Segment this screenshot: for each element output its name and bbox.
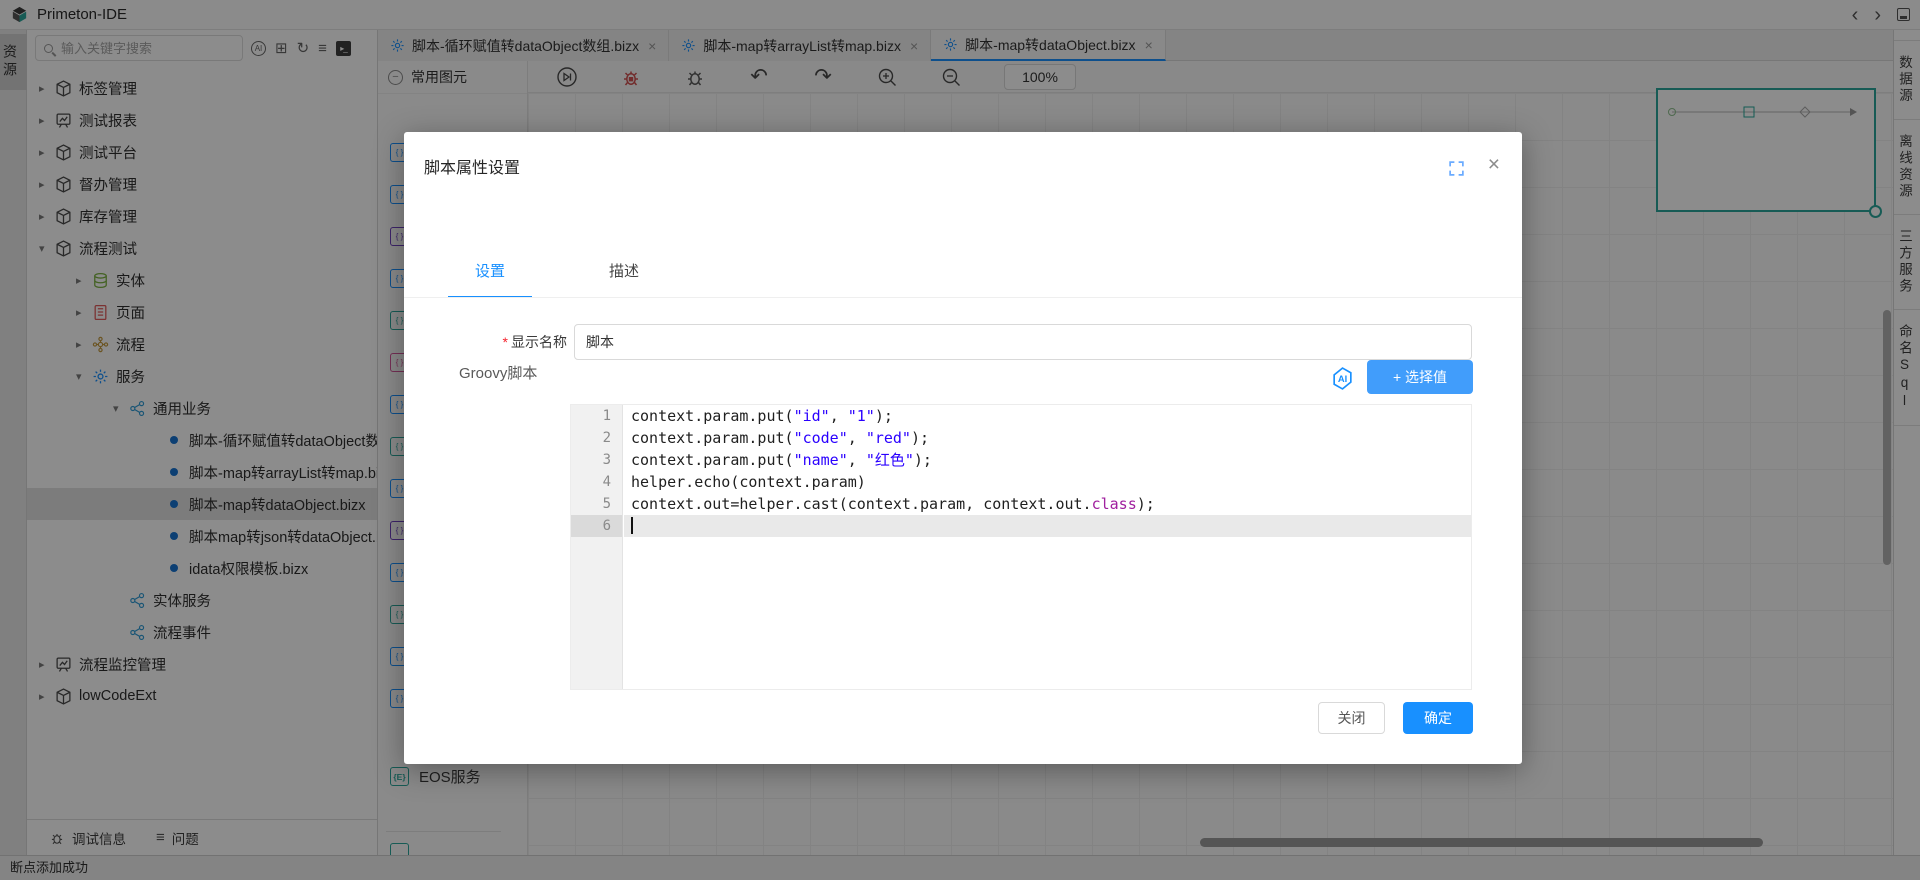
code-token: "name": [794, 451, 848, 469]
text-cursor: [631, 517, 633, 534]
line-number: 3: [571, 449, 622, 471]
code-token: "红色": [866, 451, 914, 469]
required-mark: *: [503, 334, 508, 350]
line-number: 1: [571, 405, 622, 427]
code-token: context.out=helper.cast(context.param, c…: [631, 495, 1092, 513]
select-value-button[interactable]: + 选择值: [1367, 360, 1473, 394]
display-name-label: *显示名称: [404, 324, 567, 360]
tab-settings[interactable]: 设置: [448, 250, 532, 298]
code-token: ,: [848, 429, 866, 447]
code-token: "1": [848, 407, 875, 425]
editor-gutter: 123456: [571, 405, 623, 689]
code-token: ,: [830, 407, 848, 425]
code-line[interactable]: context.param.put("code", "red");: [624, 427, 1471, 449]
code-token: context.param.put(: [631, 407, 794, 425]
code-token: );: [1137, 495, 1155, 513]
ai-assistant-icon[interactable]: AI: [1330, 366, 1355, 391]
code-token: );: [875, 407, 893, 425]
code-token: class: [1092, 495, 1137, 513]
svg-text:AI: AI: [1338, 374, 1347, 384]
line-number: 4: [571, 471, 622, 493]
code-token: );: [911, 429, 929, 447]
code-token: "code": [794, 429, 848, 447]
code-token: );: [914, 451, 932, 469]
code-token: context.param.put(: [631, 451, 794, 469]
maximize-icon[interactable]: [1448, 160, 1465, 177]
code-token: context.param.put(: [631, 429, 794, 447]
line-number: 2: [571, 427, 622, 449]
code-line[interactable]: context.out=helper.cast(context.param, c…: [624, 493, 1471, 515]
close-icon[interactable]: ×: [1488, 154, 1500, 175]
groovy-code-editor[interactable]: 123456 context.param.put("id", "1");cont…: [570, 404, 1472, 690]
line-number: 5: [571, 493, 622, 515]
dialog-title: 脚本属性设置: [424, 154, 520, 178]
code-token: helper.echo(context.param): [631, 473, 866, 491]
display-name-input[interactable]: [574, 324, 1472, 360]
dialog-tabs: 设置 描述: [448, 250, 666, 298]
tabs-divider: [404, 297, 1522, 298]
code-token: ,: [848, 451, 866, 469]
code-line[interactable]: context.param.put("name", "红色");: [624, 449, 1471, 471]
close-button[interactable]: 关闭: [1318, 702, 1385, 734]
tab-description[interactable]: 描述: [582, 250, 666, 298]
code-token: "red": [866, 429, 911, 447]
code-line[interactable]: context.param.put("id", "1");: [624, 405, 1471, 427]
primeton-ide-window: Primeton-IDE ‹ › 资源 ⊞ ↻ ≡ ▸标签管理▸测试报表▸测试平…: [0, 0, 1920, 880]
ok-button[interactable]: 确定: [1403, 702, 1473, 734]
code-token: "id": [794, 407, 830, 425]
line-number: 6: [571, 515, 622, 537]
script-properties-dialog: 脚本属性设置 × 设置 描述 *显示名称 Groovy脚本 AI + 选择值 1…: [404, 132, 1522, 764]
code-line[interactable]: [624, 515, 1471, 537]
code-line[interactable]: helper.echo(context.param): [624, 471, 1471, 493]
editor-lines[interactable]: context.param.put("id", "1");context.par…: [624, 405, 1471, 537]
groovy-script-label: Groovy脚本: [459, 362, 537, 383]
